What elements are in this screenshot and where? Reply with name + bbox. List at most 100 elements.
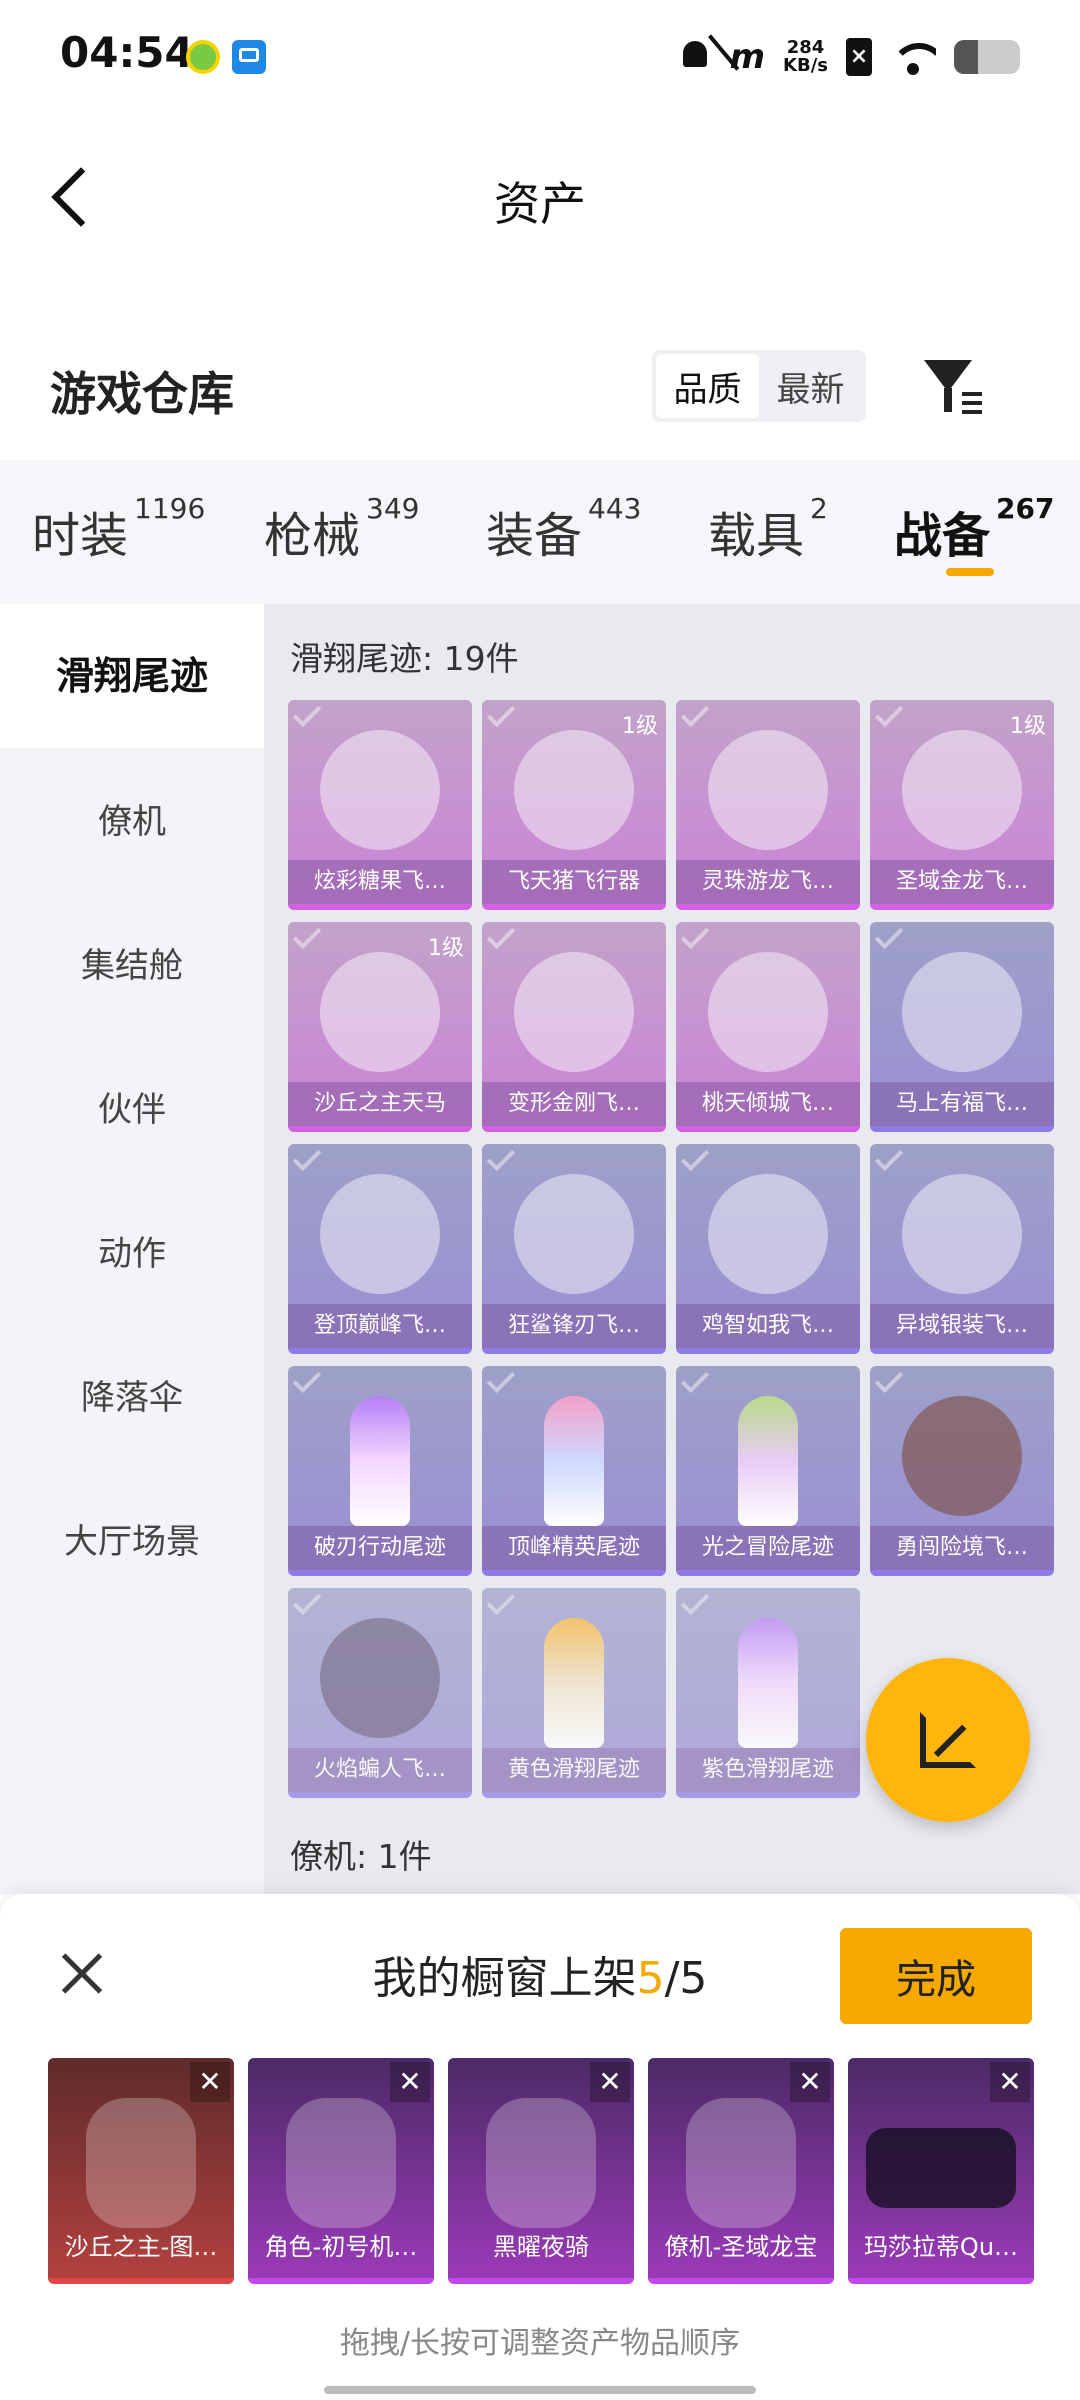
- item-image: [320, 730, 440, 850]
- grid-item[interactable]: 登顶巅峰飞…: [288, 1144, 472, 1354]
- item-image: [286, 2098, 396, 2228]
- grid-item[interactable]: 紫色滑翔尾迹: [676, 1588, 860, 1798]
- sort-option-newest[interactable]: 最新: [759, 354, 862, 418]
- check-icon: [680, 1366, 710, 1394]
- item-image: [544, 1618, 604, 1748]
- grid-item[interactable]: 变形金刚飞…: [482, 922, 666, 1132]
- remove-item-icon[interactable]: ✕: [190, 2062, 230, 2102]
- screen-cast-icon: [232, 40, 266, 74]
- item-level: 1级: [1010, 714, 1046, 739]
- showcase-item[interactable]: ✕ 角色-初号机…: [248, 2058, 434, 2284]
- grid-item[interactable]: 异域银装飞…: [870, 1144, 1054, 1354]
- sort-option-quality[interactable]: 品质: [656, 354, 759, 418]
- battery-icon: [954, 40, 1020, 74]
- share-icon: [920, 1712, 976, 1768]
- remove-item-icon[interactable]: ✕: [390, 2062, 430, 2102]
- tab-label: 枪械: [264, 508, 361, 564]
- grid-item[interactable]: 狂鲨锋刃飞…: [482, 1144, 666, 1354]
- item-name: 光之冒险尾迹: [676, 1526, 860, 1570]
- grid-item[interactable]: 1级 圣域金龙飞…: [870, 700, 1054, 910]
- tab-count: 349: [366, 492, 420, 525]
- item-image: [320, 1174, 440, 1294]
- item-name: 破刃行动尾迹: [288, 1526, 472, 1570]
- item-image: [738, 1618, 798, 1748]
- no-sim-icon: ×: [846, 38, 872, 76]
- showcase-item[interactable]: ✕ 玛莎拉蒂Qu…: [848, 2058, 1034, 2284]
- check-icon: [874, 1144, 904, 1172]
- tab-equipment[interactable]: 装备 443: [486, 492, 641, 566]
- grid-item[interactable]: 鸡智如我飞…: [676, 1144, 860, 1354]
- item-name: 炫彩糖果飞…: [288, 860, 472, 904]
- grid-item[interactable]: 桃天倾城飞…: [676, 922, 860, 1132]
- page-title: 资产: [494, 177, 586, 231]
- item-image: [514, 730, 634, 850]
- item-name: 紫色滑翔尾迹: [676, 1748, 860, 1792]
- showcase-panel: 我的橱窗上架5/5 完成 ✕ 沙丘之主-图… ✕ 角色-初号机… ✕ 黑曜夜骑 …: [0, 1894, 1080, 2400]
- tab-guns[interactable]: 枪械 349: [264, 492, 419, 566]
- showcase-count-current: 5: [636, 1953, 665, 2004]
- item-name: 黑曜夜骑: [493, 2233, 589, 2261]
- item-level: 1级: [428, 936, 464, 961]
- grid-item[interactable]: 黄色滑翔尾迹: [482, 1588, 666, 1798]
- app-notification-icon: [186, 40, 220, 74]
- status-bar: 04:54 m 284 KB/s ×: [0, 0, 1080, 110]
- check-icon: [874, 922, 904, 950]
- tab-fashion[interactable]: 时装 1196: [32, 492, 205, 566]
- showcase-title-text: 我的橱窗上架: [372, 1953, 637, 2004]
- showcase-item[interactable]: ✕ 沙丘之主-图…: [48, 2058, 234, 2284]
- item-image: [544, 1396, 604, 1526]
- done-button[interactable]: 完成: [840, 1928, 1032, 2024]
- grid-item[interactable]: 马上有福飞…: [870, 922, 1054, 1132]
- tab-label: 装备: [486, 508, 583, 564]
- sidebar-item-rally-pod[interactable]: 集结舱: [0, 938, 264, 987]
- item-name: 圣域金龙飞…: [870, 860, 1054, 904]
- remove-item-icon[interactable]: ✕: [790, 2062, 830, 2102]
- remove-item-icon[interactable]: ✕: [590, 2062, 630, 2102]
- item-image: [320, 1618, 440, 1738]
- grid-item[interactable]: 顶峰精英尾迹: [482, 1366, 666, 1576]
- check-icon: [486, 700, 516, 728]
- check-icon: [680, 922, 710, 950]
- item-name: 变形金刚飞…: [482, 1082, 666, 1126]
- sidebar-item-emote[interactable]: 动作: [0, 1226, 264, 1275]
- item-name: 顶峰精英尾迹: [482, 1526, 666, 1570]
- grid-item[interactable]: 破刃行动尾迹: [288, 1366, 472, 1576]
- item-image: [708, 730, 828, 850]
- item-name: 飞天猪飞行器: [482, 860, 666, 904]
- check-icon: [292, 1366, 322, 1394]
- item-name: 马上有福飞…: [870, 1082, 1054, 1126]
- tab-count: 443: [588, 492, 642, 525]
- sort-toggle[interactable]: 品质 最新: [652, 350, 866, 422]
- sidebar-item-partner[interactable]: 伙伴: [0, 1082, 264, 1131]
- tab-vehicles[interactable]: 载具 2: [708, 492, 828, 566]
- remove-item-icon[interactable]: ✕: [990, 2062, 1030, 2102]
- showcase-item[interactable]: ✕ 僚机-圣域龙宝: [648, 2058, 834, 2284]
- grid-item[interactable]: 光之冒险尾迹: [676, 1366, 860, 1576]
- grid-item[interactable]: 勇闯险境飞…: [870, 1366, 1054, 1576]
- item-image: [514, 952, 634, 1072]
- grid-item[interactable]: 火焰蝙人飞…: [288, 1588, 472, 1798]
- check-icon: [486, 1144, 516, 1172]
- grid-item[interactable]: 1级 飞天猪飞行器: [482, 700, 666, 910]
- grid-item[interactable]: 炫彩糖果飞…: [288, 700, 472, 910]
- item-image: [738, 1396, 798, 1526]
- item-image: [902, 1396, 1022, 1516]
- showcase-item[interactable]: ✕ 黑曜夜骑: [448, 2058, 634, 2284]
- item-image: [486, 2098, 596, 2228]
- tab-combat-gear[interactable]: 战备 267: [894, 492, 1054, 566]
- sidebar-item-wingman[interactable]: 僚机: [0, 794, 264, 843]
- grid-item[interactable]: 1级 沙丘之主天马: [288, 922, 472, 1132]
- grid-item[interactable]: 灵珠游龙飞…: [676, 700, 860, 910]
- check-icon: [680, 1144, 710, 1172]
- sidebar-item-glide-trail[interactable]: 滑翔尾迹: [0, 604, 264, 748]
- item-name: 角色-初号机…: [264, 2233, 418, 2261]
- sidebar-item-parachute[interactable]: 降落伞: [0, 1370, 264, 1419]
- home-indicator[interactable]: [324, 2386, 756, 2394]
- item-level: 1级: [622, 714, 658, 739]
- sidebar-item-lobby-scene[interactable]: 大厅场景: [0, 1514, 264, 1563]
- item-name: 登顶巅峰飞…: [288, 1304, 472, 1348]
- item-name: 沙丘之主天马: [288, 1082, 472, 1126]
- item-name: 火焰蝙人飞…: [288, 1748, 472, 1792]
- share-button[interactable]: [866, 1658, 1030, 1822]
- tab-label: 战备: [894, 508, 991, 564]
